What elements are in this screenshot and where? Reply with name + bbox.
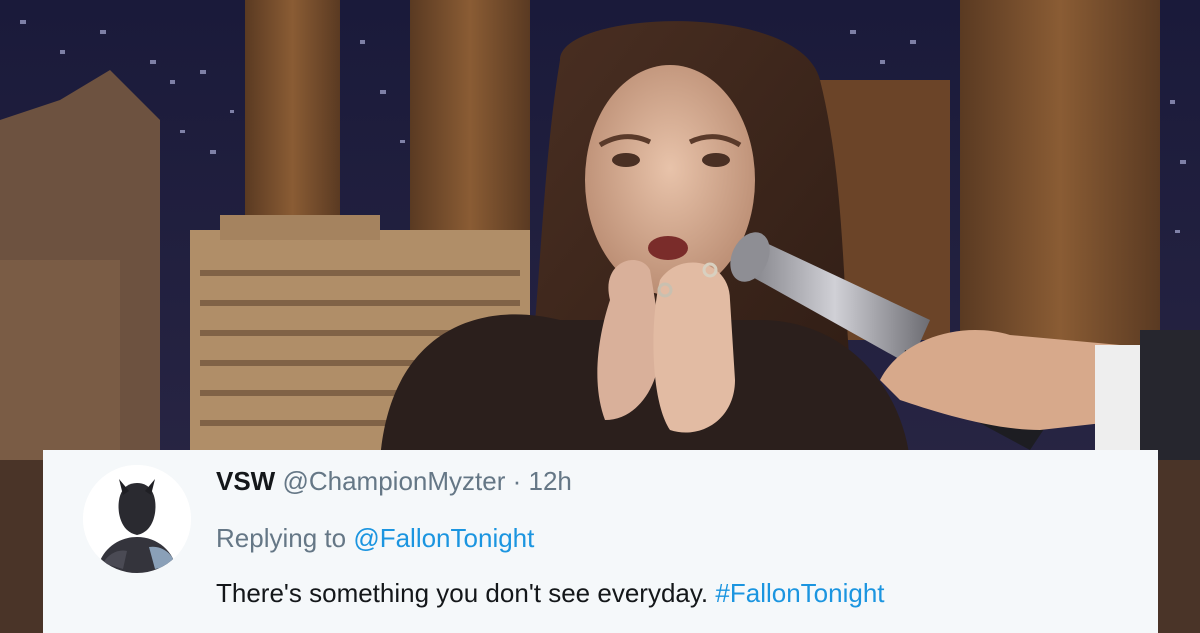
reply-prefix: Replying to [216, 523, 354, 553]
tweet-body: There's something you don't see everyday… [216, 578, 885, 609]
wood-column [410, 0, 530, 240]
avatar[interactable] [83, 465, 191, 573]
wood-column [960, 0, 1160, 360]
reply-context: Replying to @FallonTonight [216, 523, 534, 554]
tweet-timestamp[interactable]: 12h [529, 466, 572, 496]
tweet-text: There's something you don't see everyday… [216, 578, 716, 608]
reply-to-mention[interactable]: @FallonTonight [353, 523, 534, 553]
tweet-card[interactable]: VSW @ChampionMyzter · 12h Replying to @F… [43, 450, 1158, 633]
hashtag-link[interactable]: #FallonTonight [715, 578, 884, 608]
display-name[interactable]: VSW [216, 466, 275, 496]
wood-column [245, 0, 340, 240]
face [585, 65, 755, 295]
user-handle[interactable]: @ChampionMyzter [282, 466, 505, 496]
separator-dot: · [512, 466, 522, 496]
tweet-header: VSW @ChampionMyzter · 12h [216, 466, 572, 497]
